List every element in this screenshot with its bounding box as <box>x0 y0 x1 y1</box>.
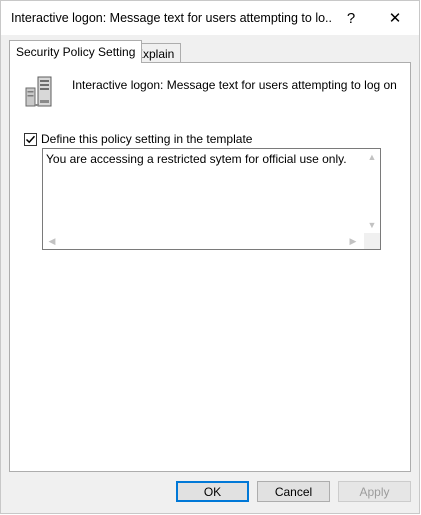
vertical-scrollbar[interactable]: ▲ ▼ <box>364 149 380 233</box>
define-policy-label: Define this policy setting in the templa… <box>41 132 253 146</box>
ok-button[interactable]: OK <box>176 481 249 502</box>
define-policy-checkbox[interactable] <box>24 132 37 146</box>
scroll-right-icon[interactable]: ▶ <box>346 236 360 246</box>
policy-title: Interactive logon: Message text for user… <box>72 78 397 92</box>
tab-security-policy-setting[interactable]: Security Policy Setting <box>9 40 143 63</box>
message-text: You are accessing a restricted sytem for… <box>46 152 347 166</box>
scroll-left-icon[interactable]: ◀ <box>45 236 59 246</box>
define-policy-row: Define this policy setting in the templa… <box>24 132 252 146</box>
checkmark-icon <box>25 135 36 143</box>
close-button[interactable]: ✕ <box>375 3 415 33</box>
scroll-corner <box>364 233 380 249</box>
tab-strip: Security Policy Setting Explain <box>9 40 411 63</box>
message-text-area[interactable]: You are accessing a restricted sytem for… <box>42 148 381 250</box>
help-icon: ? <box>346 9 356 27</box>
scroll-down-icon[interactable]: ▼ <box>365 220 379 230</box>
scroll-up-icon[interactable]: ▲ <box>365 152 379 162</box>
cancel-button[interactable]: Cancel <box>257 481 330 502</box>
tab-panel: Interactive logon: Message text for user… <box>9 62 411 472</box>
tab-label: Security Policy Setting <box>16 45 136 59</box>
title-bar: Interactive logon: Message text for user… <box>1 1 419 35</box>
help-button[interactable]: ? <box>331 3 371 33</box>
close-icon: ✕ <box>388 10 402 27</box>
apply-button[interactable]: Apply <box>338 481 411 502</box>
policy-dialog: Interactive logon: Message text for user… <box>0 0 420 514</box>
window-title: Interactive logon: Message text for user… <box>11 11 331 25</box>
horizontal-scrollbar[interactable]: ◀ ▶ <box>43 233 364 249</box>
server-policy-icon <box>25 76 52 107</box>
